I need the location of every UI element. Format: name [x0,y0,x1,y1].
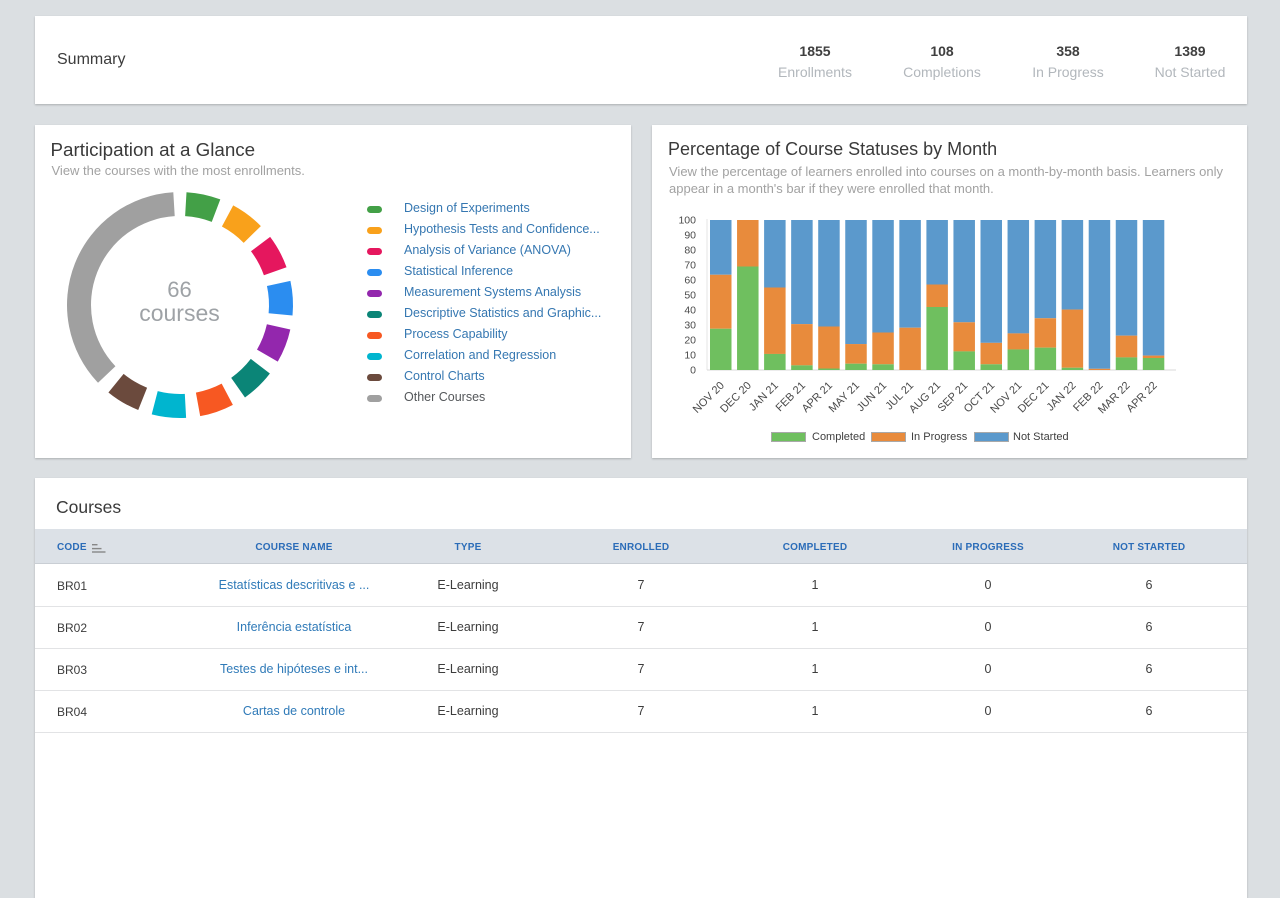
svg-text:50: 50 [684,290,696,302]
svg-text:courses: courses [139,300,220,326]
svg-text:70: 70 [684,260,696,272]
svg-text:JUN 21: JUN 21 [855,380,889,414]
svg-text:60: 60 [684,275,696,287]
svg-text:APR 22: APR 22 [1124,380,1159,415]
svg-text:90: 90 [684,230,696,242]
svg-text:30: 30 [684,320,696,332]
svg-text:0: 0 [690,365,696,377]
svg-text:40: 40 [684,305,696,317]
svg-text:10: 10 [684,350,696,362]
svg-text:100: 100 [678,215,696,227]
svg-text:MAY 21: MAY 21 [827,380,862,415]
svg-text:80: 80 [684,245,696,257]
svg-text:66: 66 [167,277,191,302]
svg-text:20: 20 [684,335,696,347]
